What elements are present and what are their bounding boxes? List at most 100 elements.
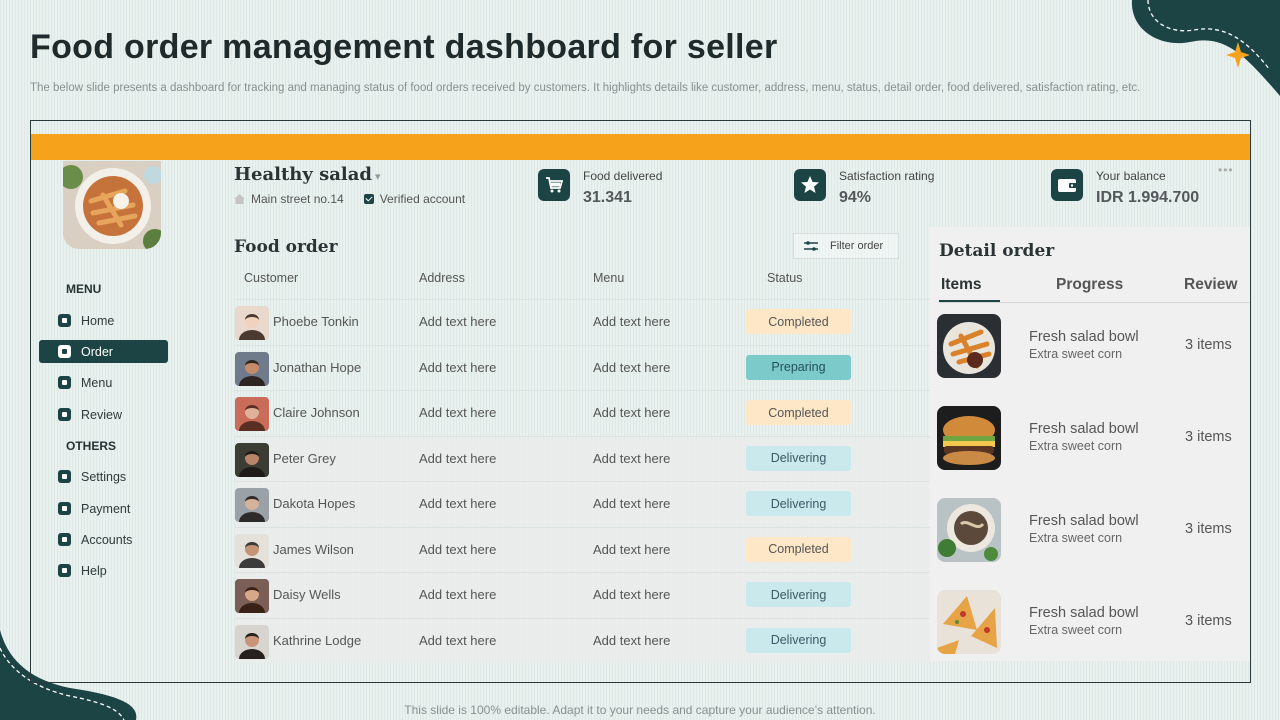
help-icon bbox=[58, 564, 71, 577]
nav-item-label: Settings bbox=[81, 469, 127, 484]
avatar bbox=[235, 579, 269, 613]
menu-cell: Add text here bbox=[593, 496, 671, 511]
column-header-customer[interactable]: Customer bbox=[244, 271, 298, 285]
status-badge: Completed bbox=[746, 309, 851, 334]
nav-item-label: Help bbox=[81, 563, 107, 578]
wallet-icon bbox=[1051, 169, 1083, 201]
table-row[interactable]: Dakota Hopes Add text here Add text here De… bbox=[235, 481, 931, 527]
item-name: Fresh salad bowl bbox=[1029, 605, 1139, 621]
menu-cell: Add text here bbox=[593, 450, 671, 466]
status-badge: Delivering bbox=[746, 627, 851, 653]
item-name: Fresh salad bowl bbox=[1029, 329, 1139, 345]
gear-icon bbox=[58, 470, 71, 483]
menu-cell: Add text here bbox=[593, 359, 671, 375]
table-row[interactable]: James Wilson Add text here Add text here Co… bbox=[235, 526, 931, 572]
stat-food-delivered: Food delivered 31.341 bbox=[538, 169, 662, 207]
header-bar bbox=[31, 134, 1250, 160]
status-badge: Preparing bbox=[746, 354, 851, 380]
nav-item-review[interactable]: Review bbox=[39, 403, 168, 426]
filter-order-label: Filter order bbox=[830, 240, 884, 252]
tab-review[interactable]: Review bbox=[1184, 276, 1237, 294]
address-cell: Add text here bbox=[419, 450, 497, 466]
avatar bbox=[235, 397, 269, 431]
customer-name: Peter Grey bbox=[273, 450, 336, 466]
stat-value: 94% bbox=[839, 189, 872, 206]
status-badge: Completed bbox=[746, 536, 851, 562]
food-photo bbox=[937, 314, 1001, 378]
detail-order-title: Detail order bbox=[939, 241, 1055, 261]
customer-name: James Wilson bbox=[273, 541, 354, 557]
page-title: Food order management dashboard for sell… bbox=[30, 28, 778, 66]
address-cell: Add text here bbox=[419, 632, 497, 648]
stat-balance: Your balance IDR 1.994.700 bbox=[1051, 169, 1199, 207]
home-icon bbox=[58, 314, 71, 327]
address-cell: Add text here bbox=[419, 496, 497, 511]
status-badge: Delivering bbox=[746, 491, 851, 516]
stat-value: IDR 1.994.700 bbox=[1096, 189, 1200, 206]
nav-item-payment[interactable]: Payment bbox=[39, 497, 168, 520]
nav-item-order[interactable]: Order bbox=[39, 340, 168, 363]
page-subtitle: The below slide presents a dashboard for… bbox=[30, 82, 1141, 94]
item-count: 3 items bbox=[1185, 429, 1232, 445]
filter-order-button[interactable]: Filter order bbox=[793, 233, 899, 259]
address-cell: Add text here bbox=[419, 314, 497, 329]
filter-icon bbox=[804, 241, 818, 251]
address-cell: Add text here bbox=[419, 587, 497, 602]
others-heading: OTHERS bbox=[66, 439, 117, 453]
food-photo bbox=[937, 498, 1001, 562]
stat-satisfaction-rating: Satisfaction rating 94% bbox=[794, 169, 934, 207]
store-meta: Main street no.14 Verified account bbox=[234, 192, 465, 206]
column-header-address[interactable]: Address bbox=[419, 271, 465, 285]
nav-item-label: Accounts bbox=[81, 532, 133, 547]
nav-item-label: Order bbox=[81, 344, 113, 359]
avatar bbox=[235, 306, 269, 340]
table-row[interactable]: Jonathan Hope Add text here Add text here P… bbox=[235, 344, 931, 391]
menu-cell: Add text here bbox=[593, 587, 671, 602]
menu-heading: MENU bbox=[66, 282, 102, 296]
customer-name: Kathrine Lodge bbox=[273, 632, 362, 648]
food-photo bbox=[937, 406, 1001, 470]
nav-item-home[interactable]: Home bbox=[39, 309, 168, 332]
column-header-status[interactable]: Status bbox=[767, 271, 802, 285]
more-options-icon[interactable]: ••• bbox=[1218, 163, 1234, 177]
stat-label: Satisfaction rating bbox=[839, 169, 935, 183]
table-row[interactable]: Claire Johnson Add text here Add text here… bbox=[235, 390, 931, 436]
item-option: Extra sweet corn bbox=[1029, 531, 1123, 545]
table-row[interactable]: Peter Grey Add text here Add text here Deli… bbox=[235, 435, 931, 481]
menu-cell: Add text here bbox=[593, 541, 671, 557]
home-icon bbox=[234, 194, 245, 204]
table-row[interactable]: Daisy Wells Add text here Add text here Del… bbox=[235, 572, 931, 618]
tab-progress[interactable]: Progress bbox=[1056, 276, 1123, 294]
page-footer: This slide is 100% editable. Adapt it to… bbox=[404, 703, 876, 717]
stat-label: Food delivered bbox=[583, 169, 663, 183]
nav-item-label: Menu bbox=[81, 375, 113, 390]
item-count: 3 items bbox=[1185, 521, 1232, 537]
nav-item-label: Home bbox=[81, 313, 115, 328]
tab-items[interactable]: Items bbox=[941, 276, 982, 294]
nav-item-help[interactable]: Help bbox=[39, 559, 168, 582]
column-header-menu[interactable]: Menu bbox=[593, 271, 624, 285]
nav-item-menu[interactable]: Menu bbox=[39, 371, 168, 394]
avatar bbox=[235, 488, 269, 522]
detail-order-panel: Detail order Items Progress Review Fresh… bbox=[930, 227, 1250, 661]
avatar bbox=[235, 442, 269, 477]
star-icon bbox=[794, 169, 826, 201]
status-badge: Completed bbox=[746, 400, 851, 425]
table-row[interactable]: Kathrine Lodge Add text here Add text here… bbox=[235, 617, 931, 663]
cart-icon bbox=[538, 169, 570, 201]
table-row[interactable]: Phoebe Tonkin Add text here Add text here C… bbox=[235, 299, 931, 345]
customer-name: Jonathan Hope bbox=[273, 359, 362, 375]
item-count: 3 items bbox=[1185, 613, 1232, 629]
status-badge: Delivering bbox=[746, 445, 851, 471]
nav-item-settings[interactable]: Settings bbox=[39, 465, 168, 488]
stat-label: Your balance bbox=[1096, 169, 1166, 183]
store-name[interactable]: Healthy salad ▾ bbox=[234, 164, 381, 185]
cart-icon bbox=[58, 345, 71, 358]
item-name: Fresh salad bowl bbox=[1029, 513, 1139, 529]
address-cell: Add text here bbox=[419, 541, 497, 557]
food-order-title: Food order bbox=[234, 237, 338, 257]
nav-item-accounts[interactable]: Accounts bbox=[39, 528, 168, 551]
store-name-label: Healthy salad bbox=[234, 164, 372, 185]
item-option: Extra sweet corn bbox=[1029, 623, 1123, 637]
avatar bbox=[235, 351, 269, 386]
